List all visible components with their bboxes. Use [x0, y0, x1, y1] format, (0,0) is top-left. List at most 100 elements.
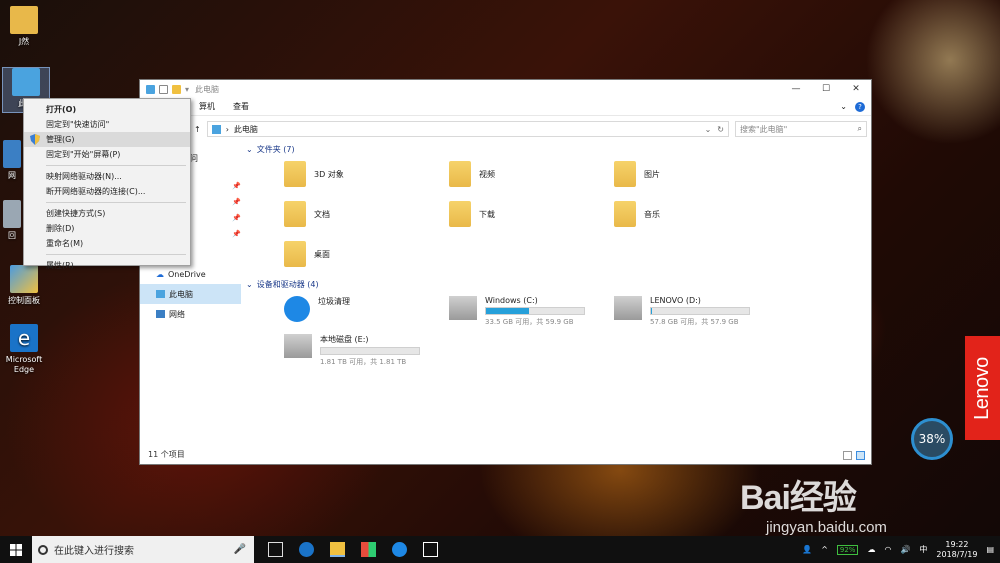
new-folder-icon[interactable] — [172, 84, 181, 94]
wifi-icon[interactable]: ◠ — [884, 545, 891, 554]
menu-item-pin-start[interactable]: 固定到"开始"屏幕(P) — [24, 147, 190, 162]
menu-item-manage[interactable]: 管理(G) — [24, 132, 190, 147]
file-explorer-icon[interactable] — [330, 542, 345, 557]
onedrive-tray-icon[interactable]: ☁ — [867, 545, 875, 554]
address-bar[interactable]: › 此电脑 ⌄ ↻ — [206, 121, 729, 137]
folder-label: 文档 — [314, 209, 330, 219]
menu-item-map-drive[interactable]: 映射网络驱动器(N)... — [24, 169, 190, 184]
close-button[interactable]: ✕ — [841, 84, 871, 94]
this-pc-small-icon — [146, 84, 155, 94]
notification-icon[interactable]: ▤ — [986, 545, 994, 554]
dropdown-icon[interactable]: ▾ — [185, 85, 189, 94]
nav-item-network[interactable]: 网络 — [140, 304, 241, 324]
ribbon-tabs: 算机 查看 ⌄ ? — [140, 98, 871, 116]
folder-desktop[interactable]: 桌面 — [284, 241, 330, 267]
people-icon[interactable]: 👤 — [802, 545, 812, 554]
drive-label: 垃圾清理 — [318, 297, 350, 306]
folder-3d-objects[interactable]: 3D 对象 — [284, 161, 344, 187]
drive-free-space: 57.8 GB 可用，共 57.9 GB — [650, 318, 739, 326]
nav-item-this-pc[interactable]: 此电脑 — [140, 284, 241, 304]
volume-icon[interactable]: 🔊 — [900, 545, 910, 554]
chevron-down-icon[interactable]: ⌄ — [840, 102, 847, 111]
drive-d[interactable]: LENOVO (D:) 57.8 GB 可用，共 57.9 GB — [614, 296, 750, 327]
desktop-icon-user[interactable]: J然 — [0, 6, 48, 47]
tiles-view-icon[interactable] — [856, 451, 865, 460]
search-icon: ⌕ — [857, 124, 862, 133]
menu-item-disconnect-drive[interactable]: 断开网络驱动器的连接(C)... — [24, 184, 190, 199]
clock-time: 19:22 — [945, 539, 969, 549]
search-input[interactable]: 搜索"此电脑" ⌕ — [735, 121, 867, 137]
desktop-icon-edge[interactable]: e Microsoft Edge — [0, 324, 48, 375]
network-icon — [156, 310, 165, 318]
watermark-url: jingyan.baidu.com — [766, 519, 887, 536]
folders-group-header[interactable]: ⌄ 文件夹 (7) — [246, 144, 295, 155]
folder-documents[interactable]: 文档 — [284, 201, 330, 227]
clock[interactable]: 19:22 2018/7/19 — [936, 540, 977, 560]
folder-downloads[interactable]: 下载 — [449, 201, 495, 227]
refresh-icon[interactable]: ↻ — [717, 125, 724, 134]
maximize-button[interactable]: ☐ — [811, 84, 841, 94]
search-placeholder: 在此键入进行搜索 — [54, 546, 134, 557]
menu-separator — [46, 202, 186, 203]
desktop-icon-label: 网 — [8, 171, 16, 180]
battery-indicator[interactable]: 92% — [836, 544, 859, 555]
taskbar-search-input[interactable]: 在此键入进行搜索 🎤 — [32, 536, 254, 563]
help-icon[interactable]: ? — [855, 101, 865, 112]
nav-item-label: 网络 — [169, 309, 185, 319]
status-bar: 11 个项目 — [148, 450, 185, 459]
cleanup-icon — [284, 296, 310, 322]
up-arrow-icon[interactable]: ↑ — [194, 125, 201, 134]
menu-item-properties[interactable]: 属性(R) — [24, 258, 190, 273]
pin-icon: 📌 — [232, 214, 241, 222]
folder-pictures[interactable]: 图片 — [614, 161, 660, 187]
windows-drive-icon — [449, 296, 477, 320]
devices-group-header[interactable]: ⌄ 设备和驱动器 (4) — [246, 279, 319, 290]
desktop-icon-network[interactable]: 网 — [0, 140, 24, 181]
store-icon[interactable] — [361, 542, 376, 557]
menu-item-create-shortcut[interactable]: 创建快捷方式(S) — [24, 206, 190, 221]
shield-icon — [30, 134, 40, 145]
details-view-icon[interactable] — [843, 451, 852, 460]
drive-icon — [614, 296, 642, 320]
chevron-down-icon[interactable]: ⌄ — [705, 125, 712, 134]
folder-videos[interactable]: 视频 — [449, 161, 495, 187]
clock-app-icon[interactable] — [392, 542, 407, 557]
edge-icon[interactable] — [299, 542, 314, 557]
nav-item-label: 此电脑 — [169, 289, 193, 299]
minimize-button[interactable]: — — [781, 84, 811, 94]
menu-separator — [46, 165, 186, 166]
desktop-icon-label: Microsoft Edge — [5, 355, 43, 374]
menu-item-delete[interactable]: 删除(D) — [24, 221, 190, 236]
start-button[interactable] — [0, 543, 32, 556]
tab-view[interactable]: 查看 — [224, 101, 258, 112]
menu-item-pin-quick-access[interactable]: 固定到"快速访问" — [24, 117, 190, 132]
address-text: 此电脑 — [233, 124, 258, 134]
drive-label: Windows (C:) — [485, 296, 538, 305]
menu-item-rename[interactable]: 重命名(M) — [24, 236, 190, 251]
microphone-icon[interactable]: 🎤 — [234, 544, 246, 555]
input-method-icon[interactable]: 中 — [919, 544, 927, 555]
drive-e[interactable]: 本地磁盘 (E:) 1.81 TB 可用，共 1.81 TB — [284, 334, 420, 367]
menu-item-open[interactable]: 打开(O) — [24, 102, 190, 117]
chevron-up-icon[interactable]: ^ — [821, 545, 828, 554]
drive-cleanup[interactable]: 垃圾清理 — [284, 296, 350, 322]
drive-c[interactable]: Windows (C:) 33.5 GB 可用，共 59.9 GB — [449, 296, 585, 327]
desktop-icon-label: 回 — [8, 231, 16, 240]
properties-icon[interactable] — [159, 84, 168, 94]
folder-music[interactable]: 音乐 — [614, 201, 660, 227]
speed-ball-widget[interactable]: 38% — [911, 418, 953, 460]
content-pane: ⌄ 文件夹 (7) 3D 对象 视频 图片 文档 下载 音乐 桌面 ⌄ 设备和驱… — [246, 144, 870, 444]
address-row: ↑ › 此电脑 ⌄ ↻ 搜索"此电脑" ⌕ — [140, 119, 871, 139]
desktop-icon-recycle-bin[interactable]: 回 — [0, 200, 24, 241]
pin-icon: 📌 — [232, 182, 241, 190]
task-view-icon[interactable] — [268, 542, 283, 557]
chevron-right-icon: › — [225, 124, 229, 134]
drive-usage-bar — [650, 307, 750, 315]
folder-label: 视频 — [479, 169, 495, 179]
clock-date: 2018/7/19 — [936, 549, 978, 559]
pin-icon: 📌 — [232, 198, 241, 206]
drive-free-space: 1.81 TB 可用，共 1.81 TB — [320, 358, 407, 366]
group-label: 设备和驱动器 (4) — [256, 280, 319, 289]
mail-icon[interactable] — [423, 542, 438, 557]
tab-computer[interactable]: 算机 — [190, 101, 224, 112]
